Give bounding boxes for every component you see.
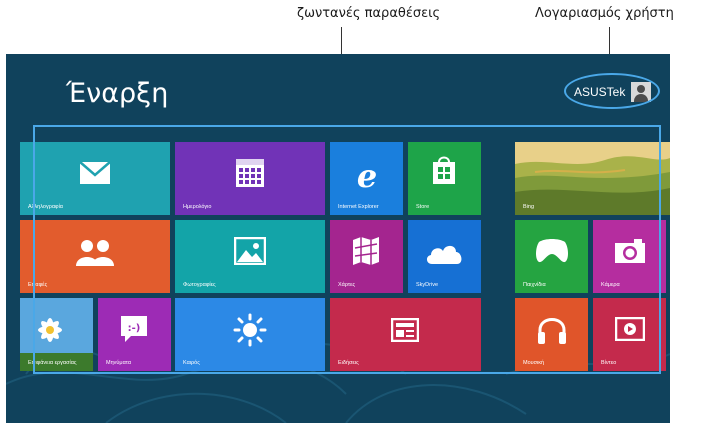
user-account-highlight [564, 73, 660, 109]
start-title: Έναρξη [66, 78, 169, 109]
start-screen: Έναρξη ASUSTek Αλληλογραφία Ημερολόγιο e [6, 54, 670, 423]
user-account-callout: Λογαριασμός χρήστη [535, 6, 674, 21]
live-tiles-callout: ζωντανές παραθέσεις [297, 6, 441, 21]
live-tiles-highlight [33, 125, 661, 374]
